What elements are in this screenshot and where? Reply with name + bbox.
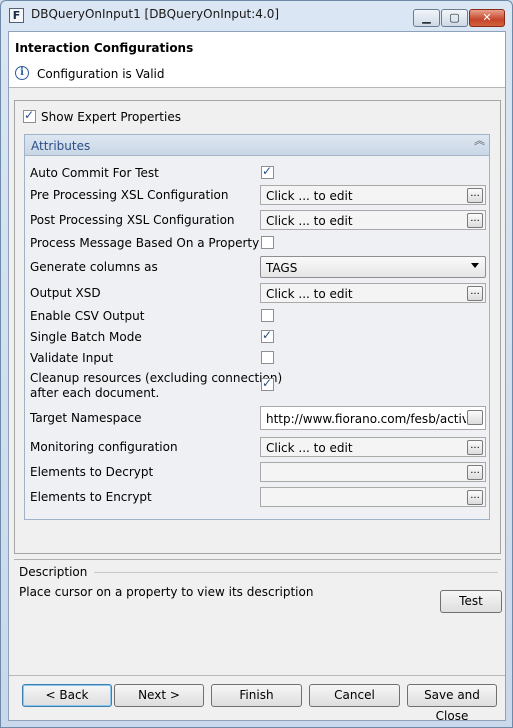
target-namespace-field[interactable]: http://www.fiorano.com/fesb/activit — [260, 406, 486, 430]
property-label: Generate columns as — [30, 260, 158, 274]
back-button[interactable]: < Back — [22, 684, 112, 707]
ellipsis-button[interactable]: ... — [467, 286, 483, 301]
attributes-header[interactable]: Attributes ︽ — [25, 135, 489, 156]
monitoring-configuration-field[interactable]: Click ... to edit ... — [260, 437, 486, 457]
maximize-icon: ▢ — [449, 11, 460, 24]
single-batch-mode-checkbox[interactable] — [261, 328, 274, 343]
property-label: Single Batch Mode — [30, 330, 142, 344]
pre-processing-xsl-field[interactable]: Click ... to edit ... — [260, 185, 486, 205]
show-expert-properties-checkbox[interactable] — [23, 108, 36, 123]
maximize-button[interactable]: ▢ — [441, 9, 468, 27]
property-row: Enable CSV Output — [25, 307, 489, 325]
expert-properties-panel: Show Expert Properties Attributes ︽ Auto… — [14, 100, 501, 554]
property-row: Process Message Based On a Property — [25, 234, 489, 252]
ellipsis-button[interactable] — [467, 410, 483, 425]
header-panel: Interaction Configurations i Configurati… — [9, 32, 505, 88]
attributes-title: Attributes — [31, 139, 91, 153]
property-row: Monitoring configuration Click ... to ed… — [25, 437, 489, 459]
save-and-close-button[interactable]: Save and Close — [407, 684, 497, 723]
property-row: Cleanup resources (excluding connection)… — [25, 370, 489, 402]
window-title: DBQueryOnInput1 [DBQueryOnInput:4.0] — [31, 7, 280, 21]
property-label: Post Processing XSL Configuration — [30, 213, 235, 227]
title-bar[interactable]: F DBQueryOnInput1 [DBQueryOnInput:4.0] ▁… — [1, 1, 512, 29]
field-value: Click ... to edit — [266, 441, 353, 455]
property-row: Auto Commit For Test — [25, 164, 489, 182]
property-label: Process Message Based On a Property — [30, 236, 260, 250]
property-row: Generate columns as TAGS — [25, 255, 489, 279]
post-processing-xsl-field[interactable]: Click ... to edit ... — [260, 210, 486, 230]
close-button[interactable]: ✕ — [469, 9, 505, 27]
info-icon: i — [15, 66, 29, 80]
property-label: Output XSD — [30, 286, 101, 300]
dialog-body: Interaction Configurations i Configurati… — [8, 31, 506, 723]
ellipsis-button[interactable]: ... — [467, 213, 483, 228]
test-button[interactable]: Test — [440, 590, 502, 613]
divider — [94, 572, 498, 573]
description-text: Place cursor on a property to view its d… — [19, 585, 314, 599]
ellipsis-button[interactable]: ... — [467, 465, 483, 480]
property-row: Elements to Decrypt ... — [25, 462, 489, 484]
cancel-button[interactable]: Cancel — [309, 684, 400, 707]
divider — [9, 675, 505, 676]
elements-to-encrypt-field[interactable]: ... — [260, 487, 486, 507]
minimize-icon: ▁ — [422, 11, 431, 24]
page-title: Interaction Configurations — [15, 41, 194, 55]
property-row: Output XSD Click ... to edit ... — [25, 283, 489, 305]
property-row: Validate Input — [25, 349, 489, 367]
auto-commit-checkbox[interactable] — [261, 164, 274, 179]
field-value: http://www.fiorano.com/fesb/activit — [266, 412, 466, 426]
property-label: Elements to Encrypt — [30, 490, 152, 504]
property-row: Elements to Encrypt ... — [25, 487, 489, 509]
property-label: Pre Processing XSL Configuration — [30, 188, 229, 202]
elements-to-decrypt-field[interactable]: ... — [260, 462, 486, 482]
ellipsis-button[interactable]: ... — [467, 440, 483, 455]
collapse-icon[interactable]: ︽ — [474, 135, 485, 146]
validate-input-checkbox[interactable] — [261, 351, 274, 364]
property-label: Elements to Decrypt — [30, 465, 154, 479]
next-button[interactable]: Next > — [114, 684, 204, 707]
property-row: Post Processing XSL Configuration Click … — [25, 210, 489, 232]
attributes-panel: Attributes ︽ Auto Commit For Test Pre Pr… — [24, 134, 490, 520]
field-value: Click ... to edit — [266, 189, 353, 203]
dialog-window: F DBQueryOnInput1 [DBQueryOnInput:4.0] ▁… — [0, 0, 513, 728]
process-message-checkbox[interactable] — [261, 236, 274, 249]
property-label: Enable CSV Output — [30, 309, 145, 323]
generate-columns-select[interactable]: TAGS — [260, 256, 486, 278]
ellipsis-button[interactable]: ... — [467, 188, 483, 203]
property-label: Target Namespace — [30, 411, 142, 425]
close-icon: ✕ — [482, 11, 492, 24]
property-label: after each document. — [30, 386, 160, 400]
select-value: TAGS — [266, 261, 298, 275]
chevron-down-icon — [471, 263, 479, 268]
property-row: Pre Processing XSL Configuration Click .… — [25, 185, 489, 207]
cleanup-resources-checkbox[interactable] — [261, 376, 274, 391]
field-value: Click ... to edit — [266, 214, 353, 228]
output-xsd-field[interactable]: Click ... to edit ... — [260, 283, 486, 303]
property-label: Monitoring configuration — [30, 440, 178, 454]
property-row: Single Batch Mode — [25, 328, 489, 346]
description-panel: Description Place cursor on a property t… — [14, 559, 501, 606]
property-label: Auto Commit For Test — [30, 166, 159, 180]
finish-button[interactable]: Finish — [211, 684, 302, 707]
property-row: Target Namespace http://www.fiorano.com/… — [25, 406, 489, 430]
field-value: Click ... to edit — [266, 287, 353, 301]
description-title: Description — [19, 565, 88, 579]
app-icon: F — [9, 8, 24, 23]
show-expert-properties-label: Show Expert Properties — [41, 110, 181, 124]
enable-csv-output-checkbox[interactable] — [261, 309, 274, 322]
validation-status: Configuration is Valid — [37, 67, 165, 81]
property-label: Validate Input — [30, 351, 114, 365]
minimize-button[interactable]: ▁ — [413, 9, 440, 27]
property-label: Cleanup resources (excluding connection) — [30, 371, 283, 385]
ellipsis-button[interactable]: ... — [467, 490, 483, 505]
